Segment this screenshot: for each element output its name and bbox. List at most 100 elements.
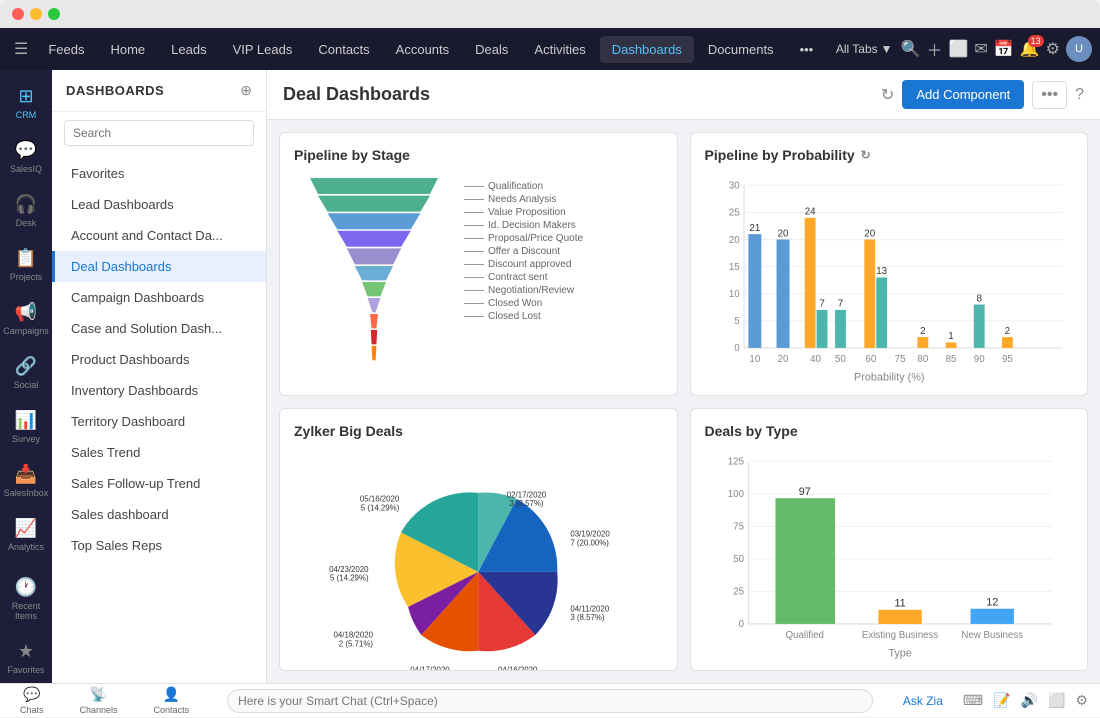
nav-leads[interactable]: Leads: [159, 36, 218, 63]
campaigns-icon: 📢: [15, 302, 37, 323]
sidebar-icon-campaigns[interactable]: 📢 Campaigns: [3, 294, 49, 344]
social-icon: 🔗: [15, 356, 37, 377]
funnel-label-proposal: Proposal/Price Quote: [464, 233, 584, 244]
svg-text:2: 2: [1004, 326, 1009, 337]
nav-feeds[interactable]: Feeds: [36, 36, 96, 63]
svg-text:10: 10: [728, 289, 739, 300]
survey-icon: 📊: [15, 410, 37, 431]
sidebar-add-icon[interactable]: ⊕: [240, 82, 252, 99]
prob-refresh-icon[interactable]: ↻: [861, 148, 871, 162]
sidebar-item-sales-followup[interactable]: Sales Follow-up Trend: [52, 468, 266, 499]
sidebar-item-product-dashboards[interactable]: Product Dashboards: [52, 344, 266, 375]
sidebar-item-case-solution[interactable]: Case and Solution Dash...: [52, 313, 266, 344]
sidebar-icon-social[interactable]: 🔗 Social: [3, 348, 49, 398]
search-icon[interactable]: 🔍: [901, 39, 921, 59]
svg-text:04/16/2020: 04/16/2020: [498, 665, 538, 671]
svg-text:95: 95: [1001, 354, 1012, 365]
add-icon[interactable]: ＋: [926, 37, 942, 61]
channels-icon: 📡: [90, 686, 107, 703]
maximize-dot[interactable]: [48, 8, 60, 20]
svg-text:13: 13: [876, 266, 887, 277]
smart-chat-input[interactable]: [227, 689, 873, 713]
svg-text:04/23/2020: 04/23/2020: [329, 564, 369, 573]
main-layout: ⊞ CRM 💬 SalesIQ 🎧 Desk 📋 Projects 📢 Camp…: [0, 70, 1100, 683]
calendar-icon[interactable]: 📅: [994, 39, 1014, 59]
bottom-tab-contacts[interactable]: 👤 Contacts: [146, 683, 198, 718]
sidebar-icon-projects[interactable]: 📋 Projects: [3, 240, 49, 290]
svg-text:04/11/2020: 04/11/2020: [570, 604, 609, 613]
sidebar-icon-crm[interactable]: ⊞ CRM: [3, 78, 49, 128]
svg-text:85: 85: [945, 354, 956, 365]
desk-icon: 🎧: [15, 194, 37, 215]
minimize-dot[interactable]: [30, 8, 42, 20]
sidebar-icon-favorites[interactable]: ★ Favorites: [3, 633, 49, 683]
svg-text:50: 50: [733, 554, 744, 565]
notification-icon[interactable]: 🔔 13: [1020, 39, 1040, 59]
nav-activities[interactable]: Activities: [522, 36, 597, 63]
funnel-svg: [294, 173, 454, 383]
pie-chart-container: 02/17/2020 3 (8.57%) 03/19/2020 7 (20.00…: [294, 449, 663, 672]
bottom-icon-1[interactable]: ⌨: [963, 692, 983, 709]
sidebar-item-top-sales-reps[interactable]: Top Sales Reps: [52, 530, 266, 561]
chats-icon: 💬: [23, 686, 40, 703]
nav-accounts[interactable]: Accounts: [384, 36, 461, 63]
svg-text:05/16/2020: 05/16/2020: [360, 494, 400, 503]
bottom-icon-5[interactable]: ⚙: [1075, 692, 1088, 709]
sidebar-item-sales-dashboard[interactable]: Sales dashboard: [52, 499, 266, 530]
sidebar-item-lead-dashboards[interactable]: Lead Dashboards: [52, 189, 266, 220]
sidebar-item-sales-trend[interactable]: Sales Trend: [52, 437, 266, 468]
deals-type-chart-area: Record Count 0 25 50 7: [705, 449, 1074, 669]
sidebar-icon-desk[interactable]: 🎧 Desk: [3, 186, 49, 236]
sidebar-item-inventory-dashboards[interactable]: Inventory Dashboards: [52, 375, 266, 406]
bottom-icon-3[interactable]: 🔊: [1021, 692, 1038, 709]
sidebar-item-account-contact[interactable]: Account and Contact Da...: [52, 220, 266, 251]
close-dot[interactable]: [12, 8, 24, 20]
svg-text:125: 125: [727, 456, 744, 467]
svg-text:Type: Type: [888, 647, 911, 659]
screen-icon[interactable]: ⬜: [948, 39, 968, 59]
bottom-icon-2[interactable]: 📝: [993, 692, 1010, 709]
sidebar-icon-analytics[interactable]: 📈 Analytics: [3, 510, 49, 560]
probability-bar-chart: Record Count 0 5 10: [705, 173, 1074, 393]
nav-home[interactable]: Home: [98, 36, 157, 63]
nav-vipleads[interactable]: VIP Leads: [221, 36, 305, 63]
svg-text:20: 20: [777, 354, 788, 365]
svg-text:5 (14.29%): 5 (14.29%): [330, 573, 369, 582]
help-icon[interactable]: ?: [1075, 86, 1084, 104]
mail-icon[interactable]: ✉: [974, 39, 987, 59]
bottom-tab-chats[interactable]: 💬 Chats: [12, 683, 52, 718]
sidebar-item-campaign-dashboards[interactable]: Campaign Dashboards: [52, 282, 266, 313]
nav-deals[interactable]: Deals: [463, 36, 520, 63]
icon-sidebar: ⊞ CRM 💬 SalesIQ 🎧 Desk 📋 Projects 📢 Camp…: [0, 70, 52, 683]
bottom-bar: 💬 Chats 📡 Channels 👤 Contacts Ask Zia ⌨ …: [0, 683, 1100, 717]
bottom-icon-4[interactable]: ⬜: [1048, 692, 1065, 709]
svg-text:25: 25: [728, 208, 739, 219]
salesinbox-icon: 📥: [15, 464, 37, 485]
sidebar-icon-survey[interactable]: 📊 Survey: [3, 402, 49, 452]
sidebar-icon-recent[interactable]: 🕐 Recent Items: [3, 569, 49, 629]
deals-type-title: Deals by Type: [705, 423, 1074, 439]
refresh-icon[interactable]: ↻: [881, 85, 894, 105]
sidebar-item-favorites[interactable]: Favorites: [52, 158, 266, 189]
svg-text:2 (5.71%): 2 (5.71%): [339, 639, 374, 648]
sidebar-item-territory-dashboard[interactable]: Territory Dashboard: [52, 406, 266, 437]
nav-documents[interactable]: Documents: [696, 36, 786, 63]
pipeline-probability-card: Pipeline by Probability ↻ Record Count: [690, 132, 1089, 396]
sidebar-icon-salesinbox[interactable]: 📥 SalesInbox: [3, 456, 49, 506]
settings-icon[interactable]: ⚙: [1046, 39, 1060, 59]
ask-zia-label[interactable]: Ask Zia: [903, 694, 943, 708]
search-input[interactable]: [64, 120, 254, 146]
sidebar-item-deal-dashboards[interactable]: Deal Dashboards: [52, 251, 266, 282]
all-tabs-dropdown[interactable]: All Tabs ▼: [836, 42, 893, 56]
bottom-tab-channels[interactable]: 📡 Channels: [72, 683, 126, 718]
nav-dashboards[interactable]: Dashboards: [600, 36, 694, 63]
add-component-button[interactable]: Add Component: [902, 80, 1024, 109]
nav-contacts[interactable]: Contacts: [306, 36, 381, 63]
sidebar-icon-salesiq[interactable]: 💬 SalesIQ: [3, 132, 49, 182]
user-avatar[interactable]: U: [1066, 36, 1092, 62]
svg-text:21: 21: [749, 223, 760, 234]
deals-type-bar-chart: Record Count 0 25 50 7: [705, 449, 1074, 669]
hamburger-icon[interactable]: ☰: [8, 33, 34, 65]
nav-more[interactable]: •••: [788, 36, 826, 63]
more-options-icon[interactable]: •••: [1032, 81, 1067, 109]
